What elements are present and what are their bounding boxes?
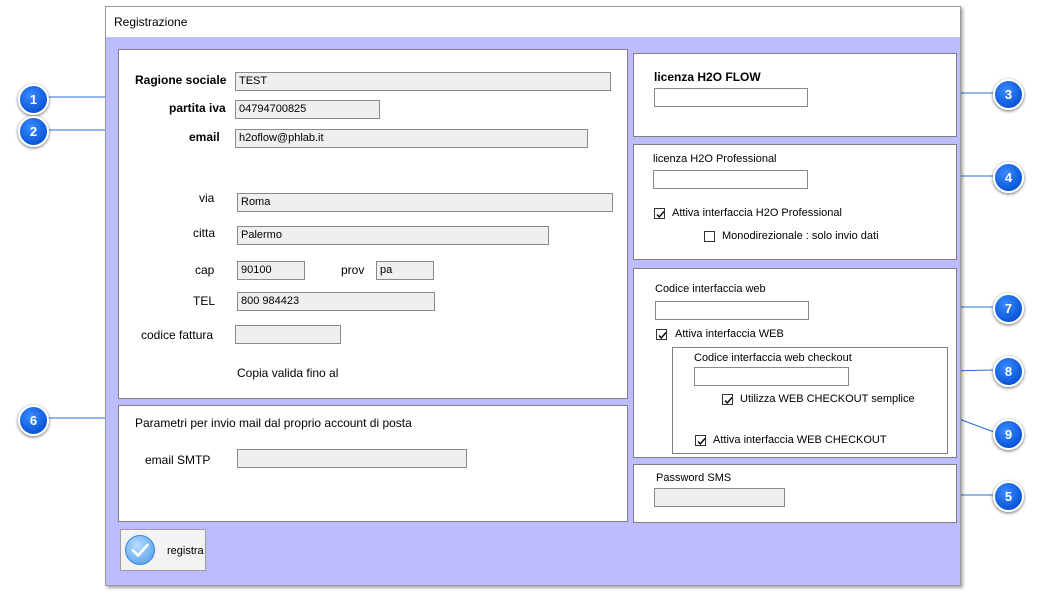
- email-field[interactable]: h2oflow@phlab.it: [235, 129, 588, 148]
- callout-1: 1: [18, 84, 49, 115]
- flow-license-panel: licenza H2O FLOW: [633, 53, 957, 137]
- cap-field[interactable]: 90100: [237, 261, 305, 280]
- web-interface-panel: Codice interfaccia web Attiva interfacci…: [633, 268, 957, 458]
- ragione-sociale-label: Ragione sociale: [135, 73, 227, 87]
- professional-license-panel: licenza H2O Professional Attiva interfac…: [633, 144, 957, 260]
- mail-panel-title: Parametri per invio mail dal proprio acc…: [135, 416, 412, 430]
- ragione-sociale-field[interactable]: TEST: [235, 72, 611, 91]
- via-field[interactable]: Roma: [237, 193, 613, 212]
- company-panel: Ragione sociale TEST partita iva 0479470…: [118, 49, 628, 399]
- checkmark-icon: [658, 332, 667, 340]
- partita-iva-field[interactable]: 04794700825: [235, 100, 380, 119]
- flow-license-label: licenza H2O FLOW: [654, 70, 761, 84]
- tel-field[interactable]: 800 984423: [237, 292, 435, 311]
- partita-iva-label: partita iva: [169, 101, 226, 115]
- check-circle-icon: [125, 535, 155, 565]
- sms-password-field[interactable]: [654, 488, 785, 507]
- attiva-web-label: Attiva interfaccia WEB: [675, 328, 784, 340]
- monodirezionale-checkbox[interactable]: [704, 231, 715, 242]
- copia-valida-label: Copia valida fino al: [237, 366, 339, 380]
- registra-button[interactable]: registra: [120, 529, 206, 571]
- sms-password-label: Password SMS: [656, 472, 732, 484]
- email-smtp-field[interactable]: [237, 449, 467, 468]
- checkout-code-label: Codice interfaccia web checkout: [694, 352, 852, 364]
- callout-3: 3: [993, 79, 1024, 110]
- email-label: email: [189, 130, 220, 144]
- prov-field[interactable]: pa: [376, 261, 434, 280]
- web-checkout-panel: Codice interfaccia web checkout Utilizza…: [672, 347, 948, 454]
- monodirezionale-label: Monodirezionale : solo invio dati: [722, 230, 879, 242]
- flow-license-field[interactable]: [654, 88, 808, 107]
- attiva-professional-checkbox[interactable]: [654, 208, 665, 219]
- callout-4: 4: [993, 162, 1024, 193]
- web-code-field[interactable]: [655, 301, 809, 320]
- callout-8: 8: [993, 356, 1024, 387]
- codice-fattura-field[interactable]: [235, 325, 341, 344]
- window-client-area: Ragione sociale TEST partita iva 0479470…: [106, 37, 960, 585]
- email-smtp-label: email SMTP: [145, 453, 211, 467]
- prov-label: prov: [341, 263, 365, 277]
- registra-button-label: registra: [167, 545, 204, 557]
- window-title: Registrazione: [114, 15, 188, 29]
- tel-label: TEL: [193, 294, 216, 308]
- callout-5: 5: [993, 481, 1024, 512]
- citta-label: citta: [193, 226, 216, 240]
- web-code-label: Codice interfaccia web: [655, 283, 766, 295]
- title-bar: Registrazione: [106, 7, 960, 37]
- attiva-web-checkbox[interactable]: [656, 329, 667, 340]
- callout-9: 9: [993, 419, 1024, 450]
- professional-license-field[interactable]: [653, 170, 808, 189]
- checkmark-icon: [697, 438, 706, 446]
- attiva-professional-label: Attiva interfaccia H2O Professional: [672, 207, 842, 219]
- professional-license-label: licenza H2O Professional: [653, 153, 777, 165]
- codice-fattura-label: codice fattura: [141, 328, 214, 342]
- callout-6: 6: [18, 405, 49, 436]
- registration-window: Registrazione Ragione sociale TEST parti…: [105, 6, 961, 586]
- cap-label: cap: [195, 263, 215, 277]
- checkmark-icon: [656, 211, 665, 219]
- web-checkout-semplice-checkbox[interactable]: [722, 394, 733, 405]
- callout-2: 2: [18, 116, 49, 147]
- callout-7: 7: [993, 293, 1024, 324]
- checkout-code-field[interactable]: [694, 367, 849, 386]
- web-checkout-semplice-label: Utilizza WEB CHECKOUT semplice: [740, 393, 915, 405]
- attiva-web-checkout-checkbox[interactable]: [695, 435, 706, 446]
- citta-field[interactable]: Palermo: [237, 226, 549, 245]
- mail-panel: Parametri per invio mail dal proprio acc…: [118, 405, 628, 522]
- attiva-web-checkout-label: Attiva interfaccia WEB CHECKOUT: [713, 434, 887, 446]
- checkmark-icon: [724, 397, 733, 405]
- sms-panel: Password SMS: [633, 464, 957, 523]
- via-label: via: [199, 191, 215, 205]
